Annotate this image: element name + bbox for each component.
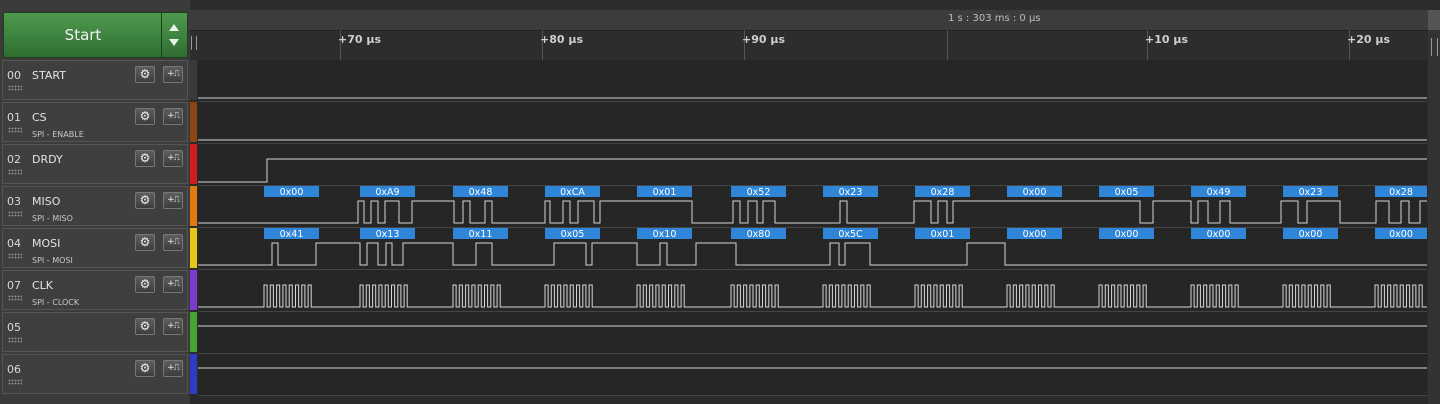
mosi-byte-label: 0x00	[1207, 229, 1231, 240]
channel-track[interactable]	[198, 144, 1427, 185]
scrollbar-grip-icon[interactable]	[1431, 38, 1438, 56]
miso-byte-label: 0x49	[1207, 187, 1231, 198]
miso-byte-label: 0x52	[747, 187, 771, 198]
mosi-byte-label: 0x13	[376, 229, 400, 240]
miso-byte-label: 0x28	[1389, 187, 1413, 198]
mosi-byte-label: 0x00	[1115, 229, 1139, 240]
miso-byte-label: 0xA9	[375, 187, 399, 198]
mosi-byte-label: 0x01	[931, 229, 955, 240]
mosi-byte-label: 0x00	[1299, 229, 1323, 240]
miso-byte-label: 0x00	[280, 187, 304, 198]
miso-byte-label: 0x48	[469, 187, 493, 198]
channel-track[interactable]	[198, 354, 1427, 395]
miso-byte-label: 0x28	[931, 187, 955, 198]
miso-byte-label: 0x23	[1299, 187, 1323, 198]
mosi-byte-label: 0x41	[280, 229, 304, 240]
scrollbar-top[interactable]	[1428, 10, 1440, 30]
mosi-byte-label: 0x11	[469, 229, 493, 240]
miso-byte-label: 0x05	[1115, 187, 1139, 198]
miso-byte-label: 0xCA	[560, 187, 585, 198]
miso-byte-label: 0x01	[653, 187, 677, 198]
vertical-scrollbar[interactable]	[1428, 10, 1440, 404]
mosi-byte-label: 0x05	[561, 229, 585, 240]
mosi-byte-label: 0x5C	[838, 229, 863, 240]
mosi-byte-label: 0x00	[1389, 229, 1413, 240]
mosi-byte-label: 0x80	[747, 229, 771, 240]
miso-byte-label: 0x00	[1023, 187, 1047, 198]
mosi-byte-label: 0x10	[653, 229, 677, 240]
channel-track[interactable]	[198, 102, 1427, 143]
miso-byte-label: 0x23	[839, 187, 863, 198]
waveform-area[interactable]: 0x00 0xA9 0x48 0xCA 0x01 0x52 0x23 0x28 0x00 0x05…	[0, 0, 1440, 404]
channel-track[interactable]	[198, 312, 1427, 353]
channel-track[interactable]	[198, 60, 1427, 101]
mosi-byte-label: 0x00	[1023, 229, 1047, 240]
